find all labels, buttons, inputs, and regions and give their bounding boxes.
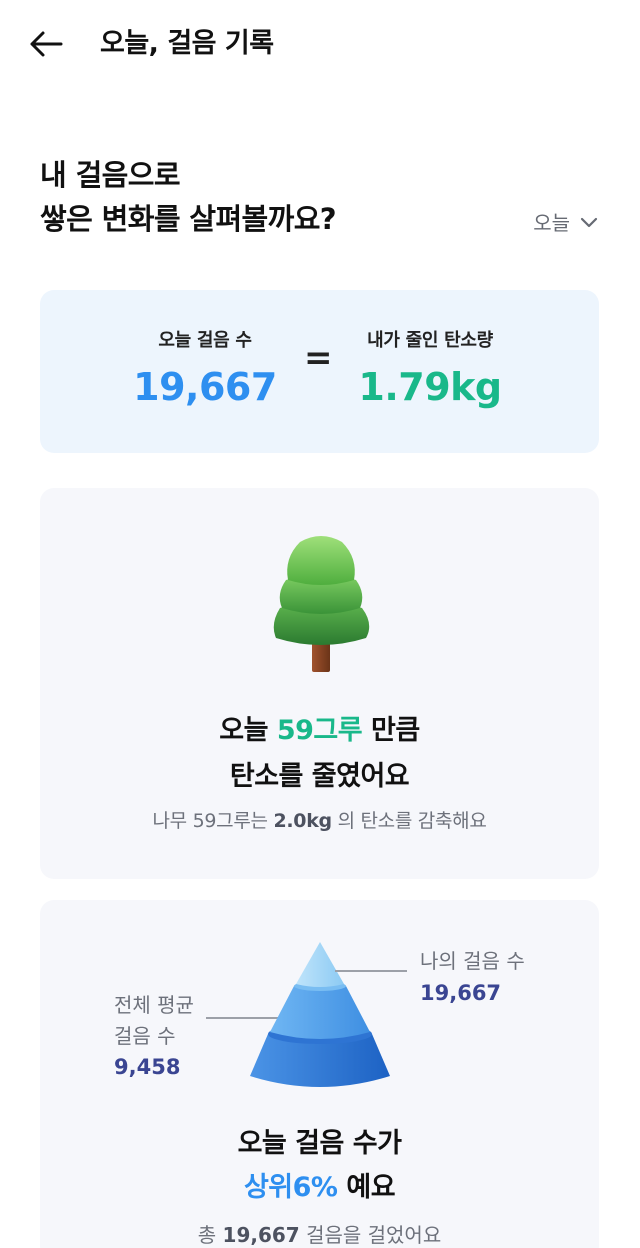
rank-subtitle: 총 19,667 걸음을 걸었어요: [40, 1220, 599, 1248]
carbon-label: 내가 줄인 탄소량: [367, 330, 493, 351]
tree-icon: [273, 536, 370, 672]
average-steps-label: 전체 평균 걸음 수 9,458: [114, 990, 194, 1083]
average-steps-value: 9,458: [114, 1055, 181, 1079]
rank-title-suffix: 예요: [337, 1172, 396, 1203]
headline-line-2: 쌓은 변화를 살펴볼까요?: [40, 202, 337, 236]
tree-count-highlight: 59그루: [276, 715, 363, 746]
tree-title-line-1: 오늘 59그루 만큼: [40, 708, 599, 754]
steps-label: 오늘 걸음 수: [158, 330, 252, 351]
period-dropdown[interactable]: 오늘: [533, 207, 598, 236]
page-title: 오늘, 걸음 기록: [100, 28, 274, 59]
my-steps-pointer-line: [335, 970, 407, 972]
headline-line-1: 내 걸음으로: [40, 158, 181, 192]
average-label-line-1: 전체 평균: [114, 993, 194, 1017]
tree-title-prefix: 오늘: [219, 715, 277, 746]
my-steps-caption: 나의 걸음 수: [420, 949, 525, 973]
app-header: 오늘, 걸음 기록: [0, 0, 640, 90]
tree-sub-amount: 2.0kg: [273, 810, 332, 832]
steps-summary: 오늘 걸음 수 19,667: [130, 328, 280, 412]
arrow-left-icon: [30, 31, 63, 57]
carbon-summary: 내가 줄인 탄소량 1.79kg: [345, 328, 515, 412]
carbon-value: 1.79kg: [358, 365, 502, 409]
pyramid-icon: [250, 942, 390, 1087]
rank-title-line-2: 상위6% 예요: [40, 1166, 599, 1210]
rank-title-line-1: 오늘 걸음 수가: [237, 1128, 402, 1159]
tree-subtitle: 나무 59그루는 2.0kg 의 탄소를 감축해요: [40, 806, 599, 836]
rank-sub-suffix: 걸음을 걸었어요: [299, 1223, 442, 1247]
rank-card: 전체 평균 걸음 수 9,458 나의 걸음 수 19,667 오늘 걸음 수가…: [40, 900, 599, 1248]
back-button[interactable]: [24, 24, 68, 64]
rank-percent-highlight: 상위6%: [243, 1172, 338, 1203]
tree-sub-prefix: 나무 59그루는: [152, 810, 274, 832]
chevron-down-icon: [580, 217, 598, 227]
headline: 내 걸음으로 쌓은 변화를 살펴볼까요?: [40, 153, 337, 241]
tree-sub-suffix: 의 탄소를 감축해요: [331, 810, 487, 832]
tree-title: 오늘 59그루 만큼 탄소를 줄였어요: [40, 708, 599, 800]
rank-sub-prefix: 총: [197, 1223, 223, 1247]
period-selected-label: 오늘: [533, 211, 570, 235]
my-steps-label: 나의 걸음 수 19,667: [420, 945, 525, 1009]
tree-card: 오늘 59그루 만큼 탄소를 줄였어요 나무 59그루는 2.0kg 의 탄소를…: [40, 488, 599, 879]
tree-title-line-2: 탄소를 줄였어요: [229, 761, 410, 792]
my-steps-value: 19,667: [420, 981, 502, 1005]
equals-sign: =: [304, 338, 333, 378]
summary-card: 오늘 걸음 수 19,667 = 내가 줄인 탄소량 1.79kg: [40, 290, 599, 453]
tree-title-suffix: 만큼: [362, 715, 420, 746]
steps-value: 19,667: [133, 365, 277, 409]
rank-title: 오늘 걸음 수가 상위6% 예요: [40, 1122, 599, 1210]
rank-sub-steps: 19,667: [222, 1223, 300, 1247]
average-label-line-2: 걸음 수: [114, 1024, 176, 1048]
